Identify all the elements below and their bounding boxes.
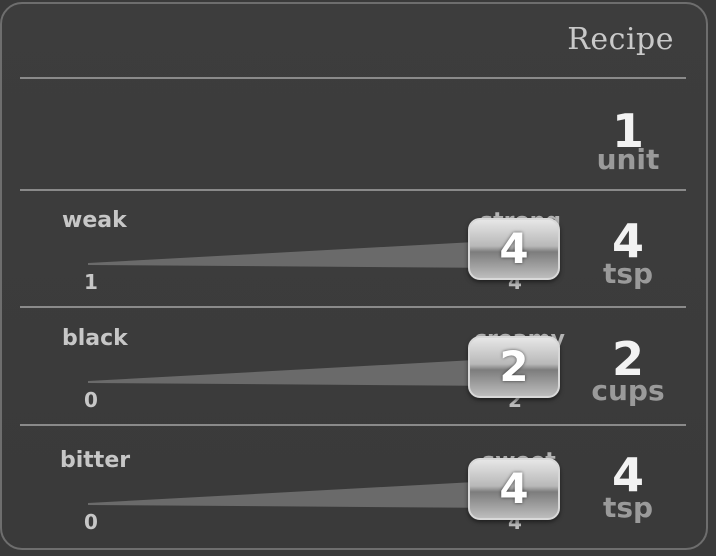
servings-unit: unit (596, 143, 660, 176)
slider-knob-value: 2 (499, 342, 529, 391)
slider-min-label: bitter (60, 448, 131, 473)
divider (20, 77, 686, 79)
slider-track[interactable] (80, 354, 520, 394)
slider-knob[interactable]: 4 (468, 458, 560, 520)
slider-knob[interactable]: 4 (468, 218, 560, 280)
ingredient-unit: tsp (602, 257, 654, 290)
divider (20, 424, 686, 426)
slider-knob-value: 4 (499, 464, 529, 513)
slider-track[interactable] (80, 476, 520, 516)
slider-knob-value: 4 (499, 224, 529, 273)
panel-title: Recipe (567, 22, 674, 57)
slider-min-label: black (62, 326, 128, 351)
slider-min-label: weak (62, 208, 127, 233)
slider-knob[interactable]: 2 (468, 336, 560, 398)
ingredient-unit: tsp (602, 491, 654, 524)
divider (20, 189, 686, 191)
slider-track[interactable] (80, 236, 520, 276)
divider (20, 306, 686, 308)
ingredient-unit: cups (591, 374, 665, 407)
